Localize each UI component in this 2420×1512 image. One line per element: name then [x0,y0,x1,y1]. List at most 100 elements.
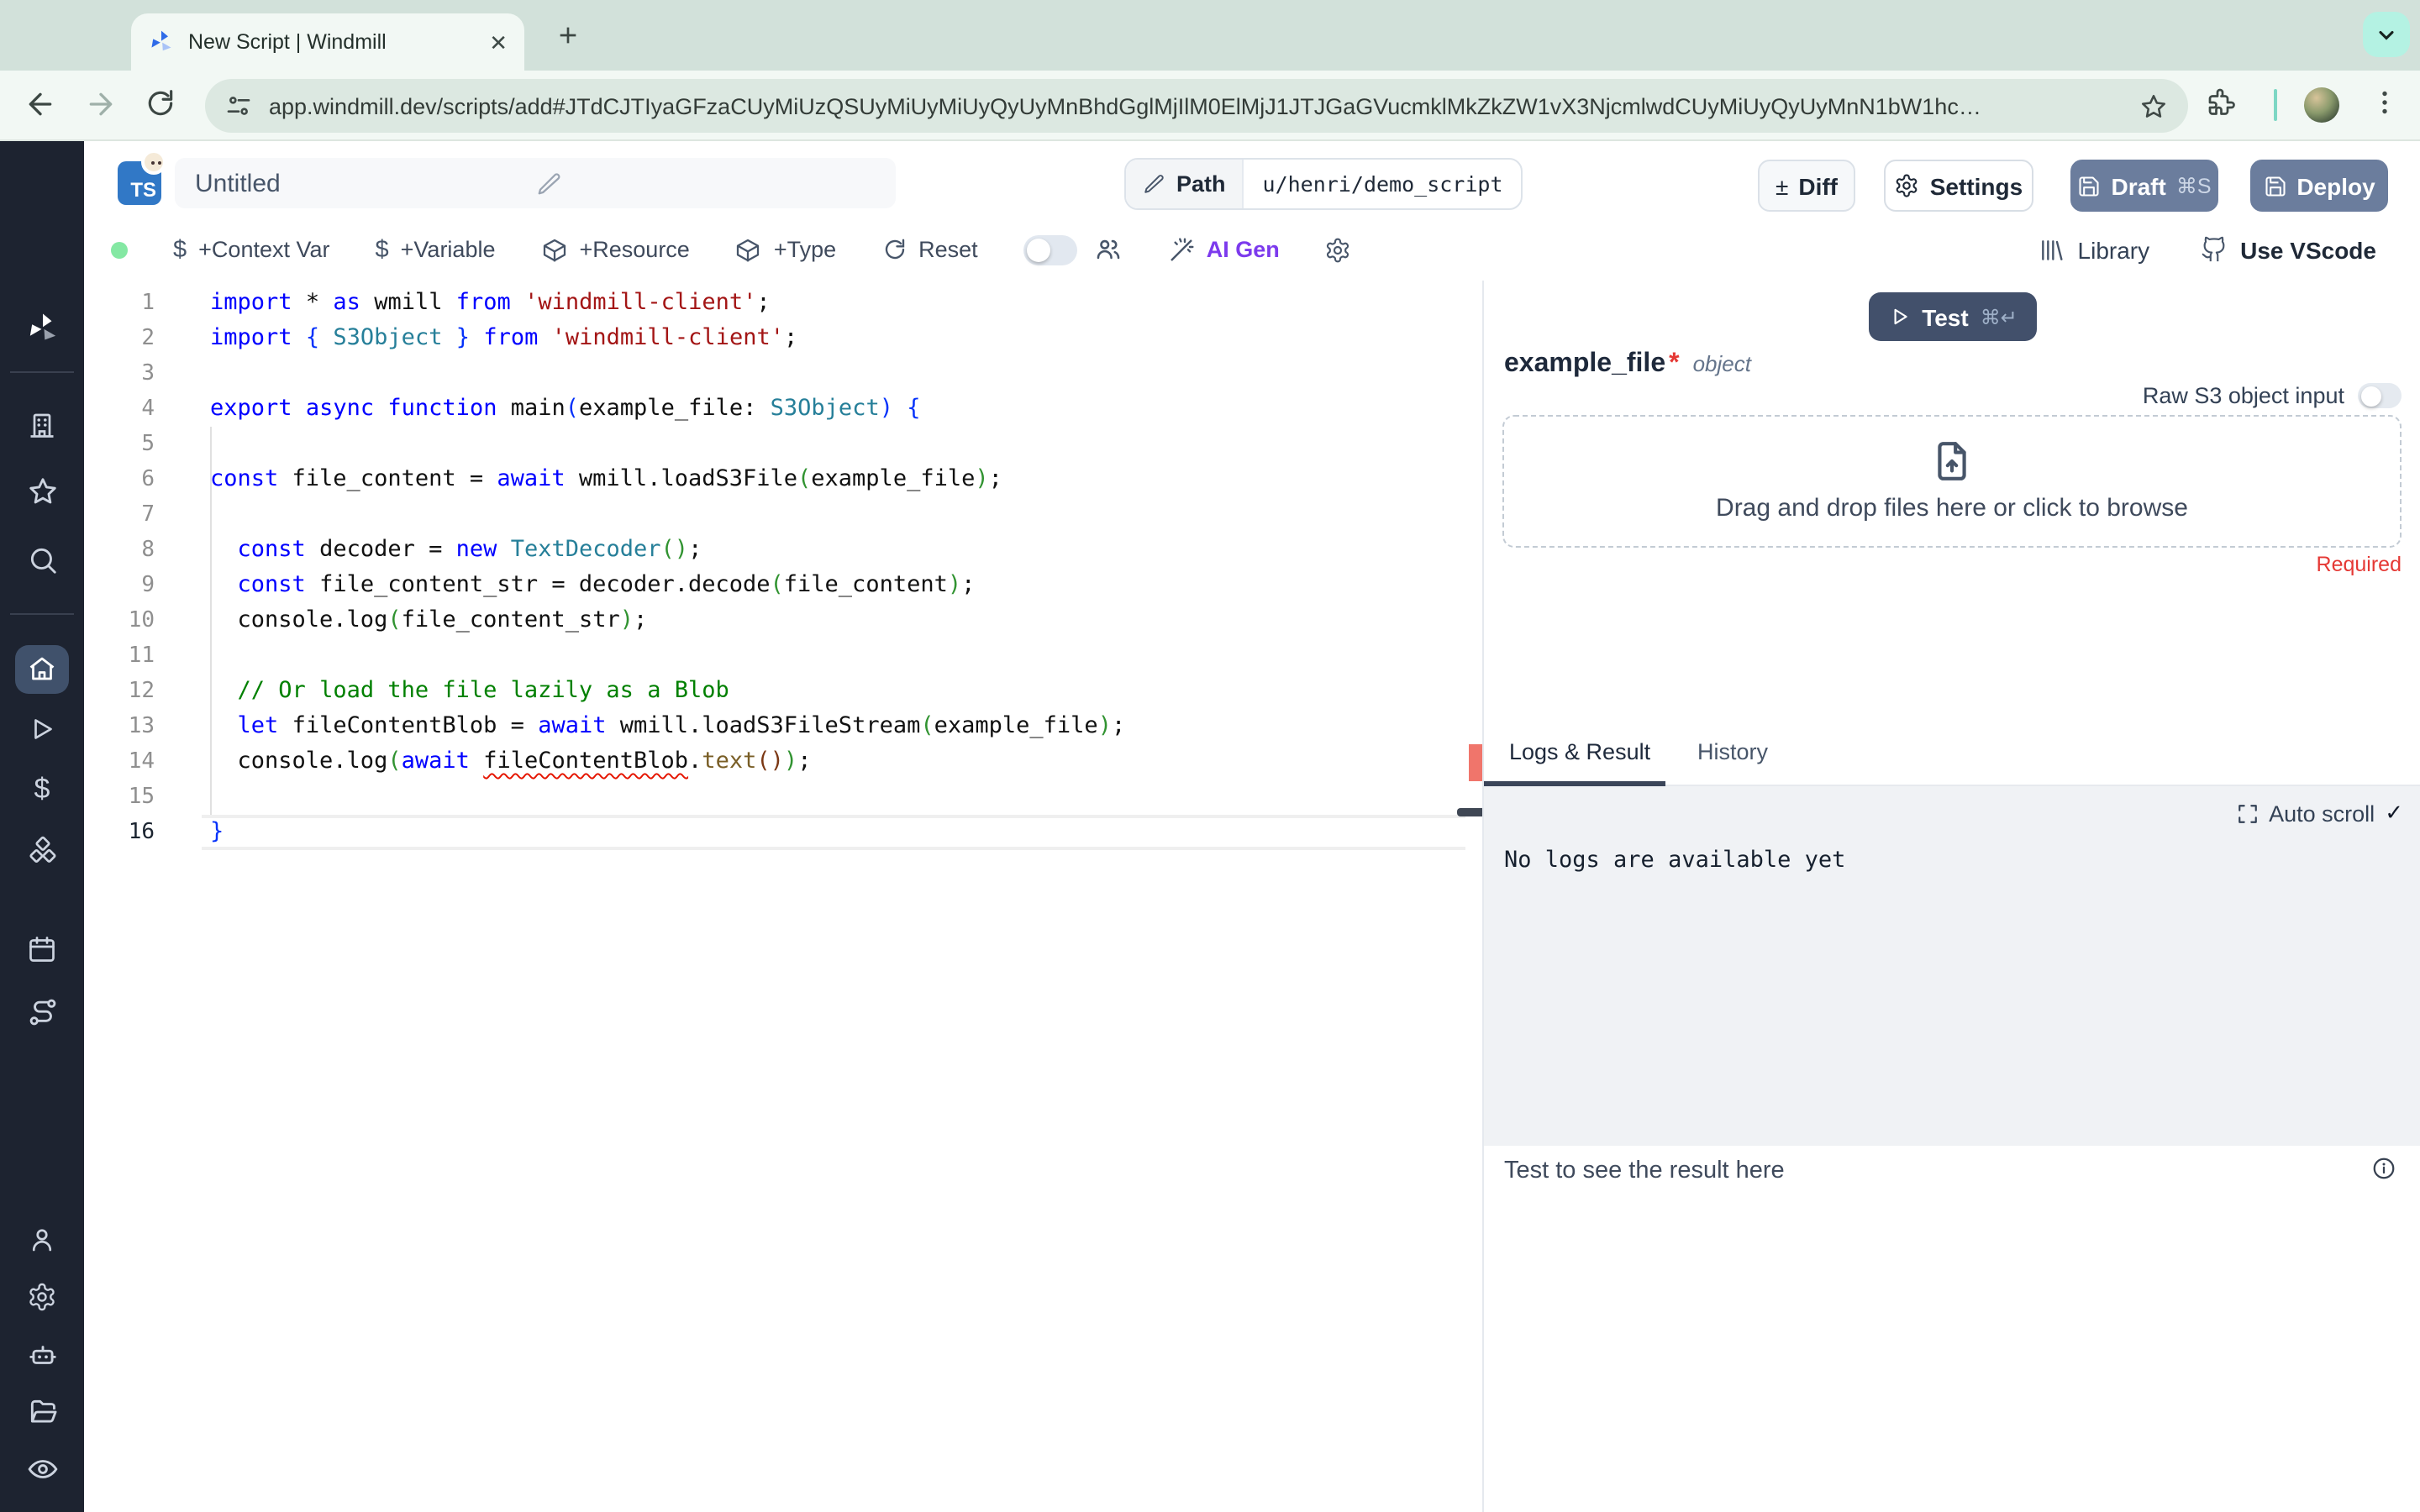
overview-ruler-error-mark [1469,744,1482,781]
browser-tab[interactable]: New Script | Windmill ✕ [131,13,524,71]
required-badge: Required [2316,553,2402,576]
edit-pencil-icon[interactable] [535,171,876,196]
path-editor[interactable]: Path u/henri/demo_script [1124,158,1523,210]
expand-icon [2237,802,2259,824]
wand-icon [1168,236,1195,263]
raw-s3-toggle-row: Raw S3 object input [2143,383,2402,408]
path-value: u/henri/demo_script [1262,171,1503,197]
add-resource-button[interactable]: +Resource [541,236,690,263]
url-bar[interactable]: app.windmill.dev/scripts/add#JTdCJTIyaGF… [205,79,2188,133]
editor-toolbar: $ +Context Var $ +Variable +Resource +Ty… [84,218,2420,281]
package-icon [541,236,568,263]
code-line-10: console.log(file_content_str); [210,606,648,633]
auto-scroll-control[interactable]: Auto scroll ✓ [2237,800,2403,827]
browser-tab-strip: New Script | Windmill ✕ [0,0,2420,71]
reset-button[interactable]: Reset [881,237,978,262]
diff-icon: ± [1775,172,1789,199]
logs-empty-text: No logs are available yet [1504,847,1846,874]
raw-s3-toggle[interactable] [2358,383,2402,408]
use-vscode-button[interactable]: Use VScode [2200,235,2376,264]
sidebar-item-agents[interactable] [0,1339,84,1371]
run-panel: Test ⌘↵ example_file * object Raw S3 obje… [1482,281,2420,1512]
code-line-6: const file_content = await wmill.loadS3F… [210,465,1002,491]
site-settings-icon[interactable] [225,92,252,119]
summary-text: Untitled [195,169,281,197]
draft-shortcut: ⌘S [2175,175,2212,198]
ai-gen-button[interactable]: AI Gen [1168,236,1280,263]
windmill-logo-icon[interactable] [0,311,84,346]
sidebar-item-folders[interactable] [0,1396,84,1428]
avatar[interactable] [2304,87,2339,123]
test-button[interactable]: Test ⌘↵ [1869,292,2037,341]
info-icon[interactable] [2371,1156,2396,1181]
line-numbers: 1 2 3 4 5 6 7 8 9 10 11 12 13 14 15 16 [128,290,155,844]
sidebar-item-home[interactable] [0,654,84,684]
code-line-2: import { S3Object } from 'windmill-clien… [210,323,798,350]
result-panel: Test to see the result here [1484,1146,2420,1512]
settings-button[interactable]: Settings [1884,160,2033,212]
summary-input[interactable]: Untitled [175,158,896,208]
windmill-favicon-icon [148,29,175,55]
schema-field: example_file * object [1504,349,1751,380]
code-line-14: console.log(await fileContentBlob.text()… [210,747,812,774]
sidebar-item-settings[interactable] [0,1282,84,1312]
sidebar-divider [10,613,74,615]
back-button[interactable] [24,87,57,121]
diff-button[interactable]: ± Diff [1758,160,1855,212]
sidebar-item-favorites[interactable] [0,475,84,507]
bun-runtime-icon[interactable] [141,150,166,175]
sidebar-item-schedules[interactable] [0,934,84,964]
tab-history[interactable]: History [1697,739,1768,764]
bookmark-star-icon[interactable] [2139,92,2168,120]
file-dropzone[interactable]: Drag and drop files here or click to bro… [1502,415,2402,548]
browser-profile-chevron-button[interactable] [2363,12,2410,57]
collab-toggle[interactable] [1023,234,1077,265]
test-shortcut: ⌘↵ [1980,305,2018,328]
library-icon [2039,236,2066,263]
sidebar-item-workers[interactable] [0,1225,84,1255]
status-dot [111,241,128,258]
result-placeholder: Test to see the result here [1504,1158,1785,1184]
tab-close-icon[interactable]: ✕ [489,31,508,53]
draft-button[interactable]: Draft ⌘S [2070,160,2218,212]
url-text[interactable]: app.windmill.dev/scripts/add#JTdCJTIyaGF… [269,93,2123,118]
deploy-button[interactable]: Deploy [2250,160,2388,212]
add-variable-button[interactable]: $ +Variable [376,236,496,263]
path-label-chip[interactable]: Path [1126,160,1244,208]
editor-settings-button[interactable] [1325,236,1352,263]
extensions-icon[interactable] [2205,87,2238,121]
script-header: TS Untitled Path u/henri/demo_script ± D… [84,141,2420,218]
sidebar-item-search[interactable] [0,544,84,576]
forward-button[interactable] [84,87,118,121]
library-button[interactable]: Library [2039,236,2149,263]
screen: New Script | Windmill ✕ app.windmill.dev… [0,0,2420,1512]
add-context-var-button[interactable]: $ +Context Var [173,236,330,263]
sidebar-item-workspace[interactable] [0,410,84,440]
sidebar: $ [0,141,84,1512]
sidebar-item-variables[interactable]: $ [0,773,84,806]
reload-button[interactable] [145,87,178,121]
new-tab-button[interactable] [548,15,588,55]
sidebar-item-resources[interactable] [0,835,84,867]
check-icon: ✓ [2385,800,2403,825]
code-editor[interactable]: 1 2 3 4 5 6 7 8 9 10 11 12 13 14 15 16 import * as wmil… [84,281,1482,1512]
code-line-13: let fileContentBlob = await wmill.loadS3… [237,711,1126,738]
add-type-button[interactable]: +Type [735,236,836,263]
tab-title: New Script | Windmill [188,30,387,54]
sidebar-item-routes[interactable] [0,996,84,1028]
tab-logs-result[interactable]: Logs & Result [1509,739,1650,764]
logs-tabs: Logs & Result History [1484,726,2420,786]
dollar-icon: $ [375,236,389,263]
browser-menu-icon[interactable] [2370,87,2403,121]
code-lines[interactable]: import * as wmill from 'windmill-client'… [210,285,1125,849]
sidebar-item-audit[interactable] [0,1453,84,1485]
code-line-8: const decoder = new TextDecoder(); [237,535,702,562]
code-line-12: // Or load the file lazily as a Blob [237,676,729,703]
sidebar-item-runs[interactable] [0,714,84,744]
code-line-9: const file_content_str = decoder.decode(… [237,570,976,597]
